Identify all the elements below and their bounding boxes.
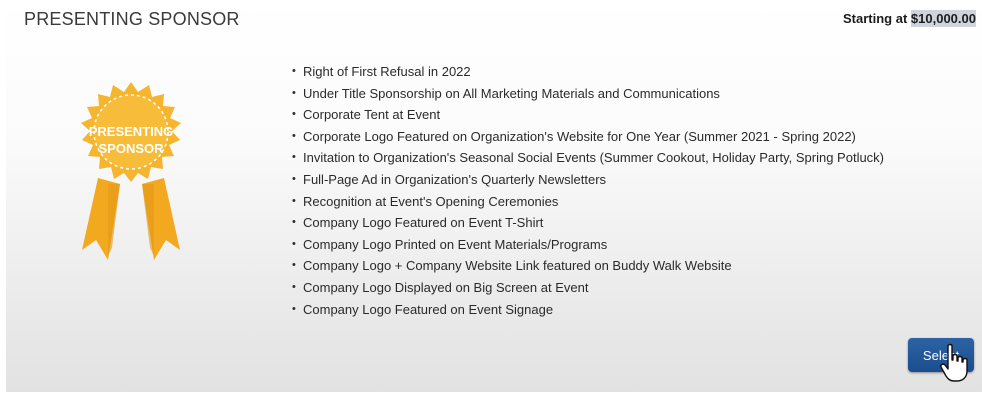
benefit-item: • Under Title Sponsorship on All Marketin… [289, 83, 979, 105]
benefit-item: • Company Logo Featured on Event Signage [289, 299, 979, 321]
bullet-icon: • [292, 194, 296, 207]
benefit-text: Company Logo + Company Website Link feat… [303, 258, 732, 274]
benefit-item: • Full-Page Ad in Organization's Quarterl… [289, 169, 979, 191]
benefit-text: Recognition at Event's Opening Ceremonie… [303, 193, 559, 209]
benefit-text: Company Logo Featured on Event Signage [303, 301, 554, 317]
benefit-text: Right of First Refusal in 2022 [303, 64, 471, 79]
sponsor-card: PRESENTING SPONSOR Starting at $10,000.0… [6, 0, 982, 392]
sponsor-price: Starting at $10,000.00 [843, 10, 976, 27]
benefit-item: • Corporate Tent at Event [289, 104, 979, 126]
bullet-icon: • [292, 259, 296, 272]
select-button[interactable]: Select [908, 338, 974, 372]
benefit-item: • Invitation to Organization's Seasonal S… [289, 147, 979, 169]
bullet-icon: • [292, 129, 296, 142]
bullet-icon: • [292, 151, 296, 164]
bullet-icon: • [292, 302, 296, 315]
benefit-text: Company Logo Printed on Event Materials/… [303, 236, 608, 252]
bullet-icon: • [292, 65, 296, 77]
award-ribbon-icon: PRESENTING SPONSOR [68, 80, 194, 262]
benefit-text: Company Logo Displayed on Big Screen at … [303, 279, 589, 295]
benefit-item: • Right of First Refusal in 2022 [289, 61, 979, 83]
benefits-list: • Right of First Refusal in 2022 • Under Ti… [289, 61, 979, 320]
bullet-icon: • [292, 237, 296, 250]
benefit-text: Company Logo Featured on Event T-Shirt [303, 215, 544, 231]
bottom-strip [0, 392, 982, 396]
price-amount: $10,000.00 [910, 10, 976, 27]
bullet-icon: • [292, 108, 296, 121]
bullet-icon: • [292, 172, 296, 185]
bullet-icon: • [292, 86, 296, 99]
benefit-item: • Recognition at Event's Opening Ceremoni… [289, 191, 979, 213]
badge-line1: PRESENTING [89, 124, 174, 139]
price-prefix: Starting at [843, 11, 911, 26]
benefit-text: Corporate Logo Featured on Organization'… [303, 128, 856, 144]
benefit-item: • Company Logo Displayed on Big Screen at… [289, 277, 979, 299]
benefit-text: Under Title Sponsorship on All Marketing… [303, 85, 720, 101]
benefit-text: Invitation to Organization's Seasonal So… [303, 150, 885, 166]
sponsor-title: PRESENTING SPONSOR [24, 9, 240, 29]
benefit-item: • Company Logo + Company Website Link fea… [289, 255, 979, 277]
benefit-item: • Company Logo Featured on Event T-Shirt [289, 212, 979, 234]
bullet-icon: • [292, 280, 296, 293]
page: PRESENTING SPONSOR Starting at $10,000.0… [0, 0, 982, 396]
benefit-text: Corporate Tent at Event [303, 107, 441, 123]
benefit-item: • Corporate Logo Featured on Organization… [289, 126, 979, 148]
bullet-icon: • [292, 216, 296, 229]
benefit-item: • Company Logo Printed on Event Materials… [289, 234, 979, 256]
benefit-text: Full-Page Ad in Organization's Quarterly… [303, 171, 607, 187]
badge-line2: SPONSOR [98, 141, 164, 156]
